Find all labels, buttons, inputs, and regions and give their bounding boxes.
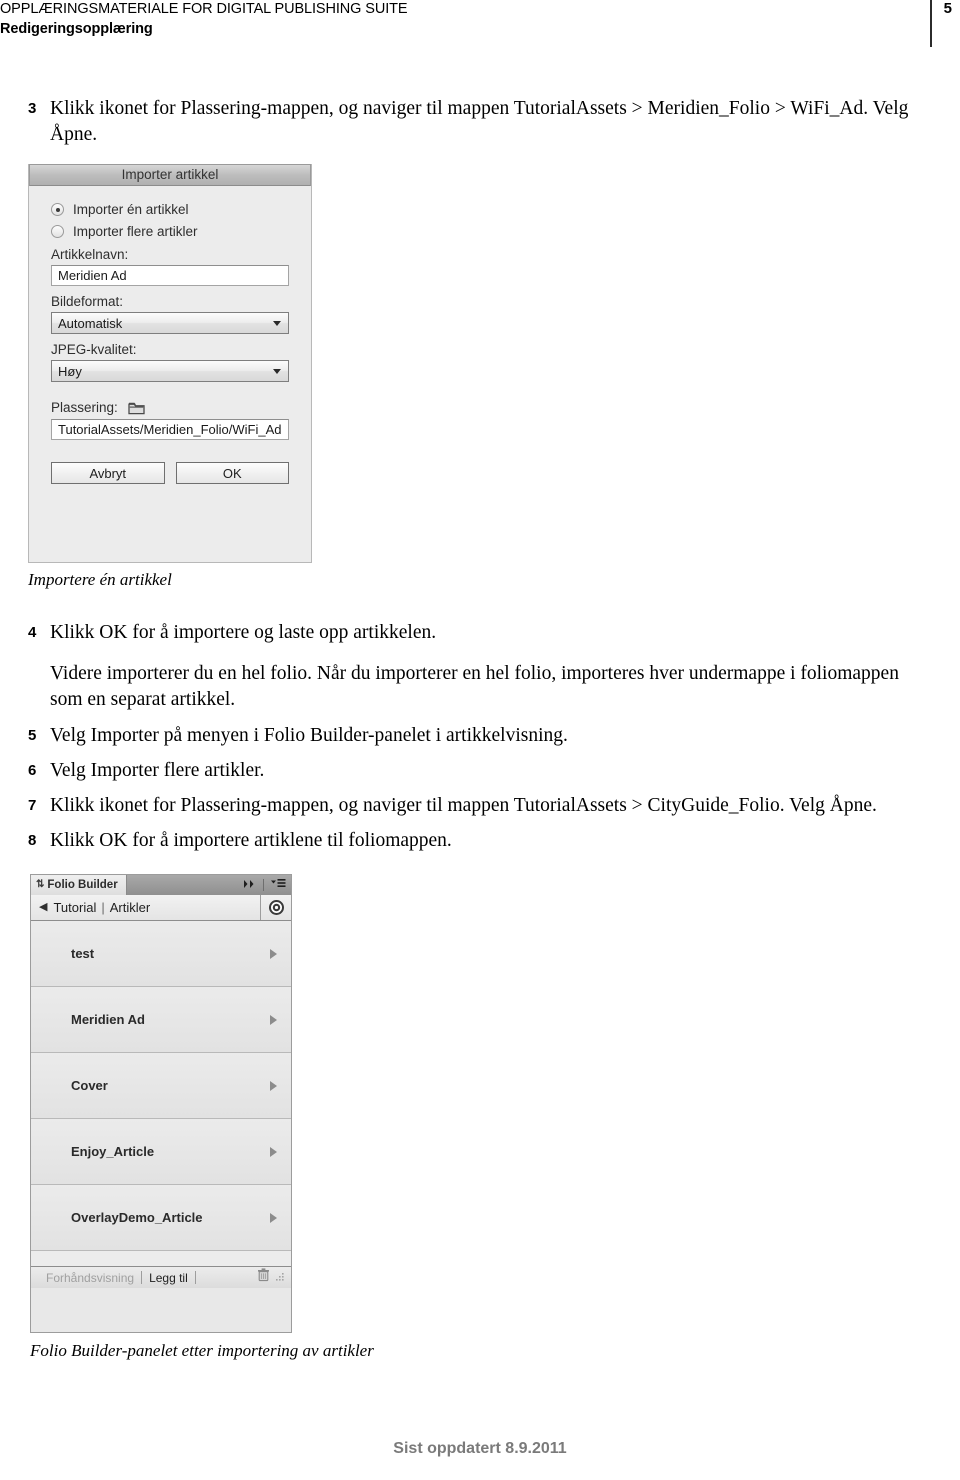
step-8-number: 8 bbox=[28, 832, 37, 849]
breadcrumb-separator: | bbox=[101, 900, 105, 915]
page-number: 5 bbox=[943, 0, 952, 17]
step-3: 3 Klikk ikonet for Plassering-mappen, og… bbox=[28, 96, 918, 147]
image-format-select[interactable]: Automatisk bbox=[51, 312, 289, 334]
location-label: Plassering: bbox=[51, 400, 118, 415]
step-3-number: 3 bbox=[28, 100, 37, 117]
chevron-right-icon[interactable] bbox=[270, 1080, 277, 1091]
target-circle-icon bbox=[269, 900, 284, 915]
radio-import-single-label: Importer én artikkel bbox=[73, 202, 189, 217]
step-4: 4 Klikk OK for å importere og laste opp … bbox=[28, 620, 918, 646]
panel-tab-bar: ⇅ Folio Builder bbox=[31, 875, 291, 895]
article-name-label: Artikkelnavn: bbox=[51, 247, 129, 262]
list-item-label: OverlayDemo_Article bbox=[71, 1210, 203, 1225]
panel-footer: Forhåndsvisning Legg til bbox=[31, 1266, 291, 1288]
panel-breadcrumb: ◀ Tutorial | Artikler bbox=[31, 895, 291, 921]
step-4-paragraph: Videre importerer du en hel folio. Når d… bbox=[50, 663, 899, 710]
image-format-label: Bildeformat: bbox=[51, 294, 124, 309]
step-4-text: Klikk OK for å importere og laste opp ar… bbox=[50, 622, 437, 643]
location-input[interactable]: TutorialAssets/Meridien_Folio/WiFi_Ad bbox=[51, 419, 289, 440]
step-5-number: 5 bbox=[28, 727, 37, 744]
article-name-value: Meridien Ad bbox=[58, 268, 127, 283]
step-8: 8 Klikk OK for å importere artiklene til… bbox=[28, 828, 918, 854]
dialog-title: Importer artikkel bbox=[121, 167, 219, 182]
location-row: Plassering: bbox=[51, 400, 289, 415]
breadcrumb-current: Artikler bbox=[109, 900, 151, 915]
preview-button[interactable]: Forhåndsvisning bbox=[39, 1271, 141, 1285]
footer-divider bbox=[194, 1271, 196, 1284]
step-8-text: Klikk OK for å importere artiklene til f… bbox=[50, 830, 452, 851]
list-item-label: Meridien Ad bbox=[71, 1012, 145, 1027]
step-6: 6 Velg Importer flere artikler. bbox=[28, 758, 918, 784]
image-format-value: Automatisk bbox=[58, 315, 123, 331]
tab-folio-builder-label: Folio Builder bbox=[47, 879, 118, 891]
tab-folio-builder[interactable]: ⇅ Folio Builder bbox=[31, 875, 127, 895]
list-item[interactable]: test bbox=[31, 921, 291, 987]
step-6-text: Velg Importer flere artikler. bbox=[50, 760, 265, 781]
radio-import-multiple[interactable]: Importer flere artikler bbox=[51, 224, 289, 239]
jpeg-quality-select[interactable]: Høy bbox=[51, 360, 289, 382]
article-list[interactable]: test Meridien Ad Cover Enjoy_Article Ove… bbox=[31, 921, 291, 1266]
page-header: OPPLÆRINGSMATERIALE FOR DIGITAL PUBLISHI… bbox=[0, 0, 960, 52]
import-article-dialog: Importer artikkel Importer én artikkel I… bbox=[28, 164, 312, 563]
drag-grip-icon: ⇅ bbox=[36, 879, 45, 890]
header-divider-rule bbox=[930, 0, 932, 47]
radio-import-multiple-label: Importer flere artikler bbox=[73, 224, 198, 239]
dialog-caption: Importere én artikkel bbox=[28, 570, 172, 589]
step-7: 7 Klikk ikonet for Plassering-mappen, og… bbox=[28, 793, 928, 819]
folio-builder-panel: ⇅ Folio Builder ◀ Tutorial | Artikler te… bbox=[30, 874, 292, 1333]
tabbar-divider bbox=[263, 879, 264, 891]
location-value: TutorialAssets/Meridien_Folio/WiFi_Ad bbox=[58, 422, 282, 437]
chevron-right-icon[interactable] bbox=[270, 1212, 277, 1223]
list-item-label: Cover bbox=[71, 1078, 108, 1093]
article-name-input[interactable]: Meridien Ad bbox=[51, 265, 289, 286]
step-5-text: Velg Importer på menyen i Folio Builder-… bbox=[50, 725, 568, 746]
radio-unselected-icon[interactable] bbox=[51, 225, 64, 238]
header-subtitle: Redigeringsopplæring bbox=[0, 21, 153, 37]
back-arrow-icon[interactable]: ◀ bbox=[39, 902, 47, 913]
list-item[interactable]: Meridien Ad bbox=[31, 987, 291, 1053]
jpeg-quality-label: JPEG-kvalitet: bbox=[51, 342, 137, 357]
list-item[interactable]: Enjoy_Article bbox=[31, 1119, 291, 1185]
panel-tabbar-controls bbox=[243, 875, 291, 895]
panel-caption: Folio Builder-panelet etter importering … bbox=[30, 1341, 374, 1360]
radio-import-single[interactable]: Importer én artikkel bbox=[51, 202, 289, 217]
panel-footer-right bbox=[257, 1268, 287, 1287]
document-footer: Sist oppdatert 8.9.2011 bbox=[393, 1440, 567, 1457]
radio-selected-icon[interactable] bbox=[51, 203, 64, 216]
panel-menu-icon[interactable] bbox=[270, 876, 286, 894]
breadcrumb-parent[interactable]: Tutorial bbox=[53, 900, 96, 915]
list-empty-area bbox=[31, 1251, 291, 1266]
step-7-number: 7 bbox=[28, 797, 37, 814]
jpeg-quality-value: Høy bbox=[58, 363, 82, 379]
folder-icon[interactable] bbox=[128, 401, 145, 415]
chevron-right-icon[interactable] bbox=[270, 1146, 277, 1157]
dialog-button-row: Avbryt OK bbox=[51, 462, 289, 484]
trash-icon[interactable] bbox=[257, 1268, 270, 1287]
chevron-right-icon[interactable] bbox=[270, 948, 277, 959]
step-5: 5 Velg Importer på menyen i Folio Builde… bbox=[28, 723, 918, 749]
chevron-down-icon bbox=[273, 321, 281, 326]
step-4-number: 4 bbox=[28, 624, 37, 641]
dialog-body: Importer én artikkel Importer flere arti… bbox=[29, 186, 311, 484]
header-title: OPPLÆRINGSMATERIALE FOR DIGITAL PUBLISHI… bbox=[0, 1, 408, 17]
panel-target-control[interactable] bbox=[260, 895, 291, 920]
collapse-double-chevron-icon[interactable] bbox=[243, 876, 257, 894]
list-item-label: test bbox=[71, 946, 95, 961]
chevron-right-icon[interactable] bbox=[270, 1014, 277, 1025]
cancel-button[interactable]: Avbryt bbox=[51, 462, 165, 484]
chevron-down-icon bbox=[273, 369, 281, 374]
dialog-titlebar: Importer artikkel bbox=[29, 164, 311, 186]
ok-button[interactable]: OK bbox=[175, 462, 289, 484]
resize-grip-icon[interactable] bbox=[275, 1269, 285, 1287]
step-6-number: 6 bbox=[28, 762, 37, 779]
list-item[interactable]: Cover bbox=[31, 1053, 291, 1119]
add-button[interactable]: Legg til bbox=[142, 1271, 195, 1285]
list-item-label: Enjoy_Article bbox=[71, 1144, 155, 1159]
step-3-text: Klikk ikonet for Plassering-mappen, og n… bbox=[50, 98, 909, 145]
step-7-text: Klikk ikonet for Plassering-mappen, og n… bbox=[50, 795, 877, 816]
list-item[interactable]: OverlayDemo_Article bbox=[31, 1185, 291, 1251]
